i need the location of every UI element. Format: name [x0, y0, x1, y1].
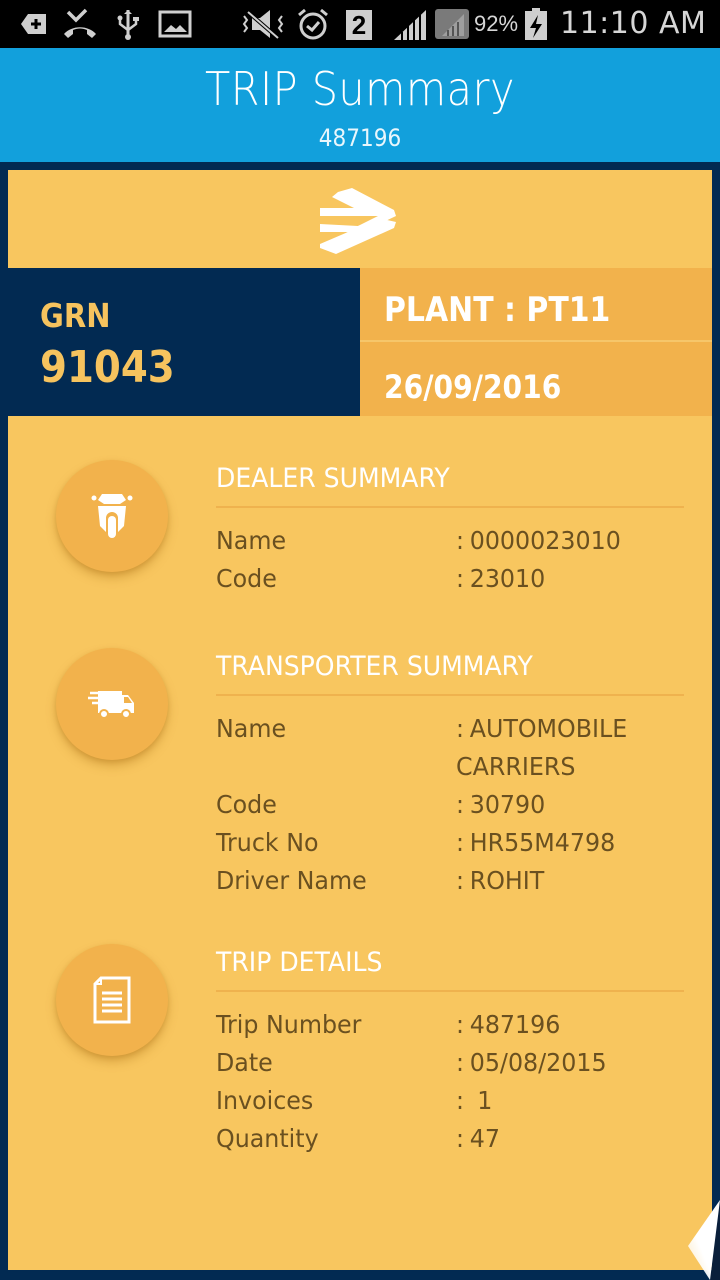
page-curl-button[interactable] — [640, 1190, 720, 1280]
missed-call-icon — [62, 8, 98, 40]
section-title: DEALER SUMMARY — [216, 463, 450, 494]
row-value: : 1 — [456, 1086, 493, 1115]
clock: 11:10 AM — [560, 6, 707, 41]
row-value: :23010 — [456, 564, 546, 593]
row-value: :05/08/2015 — [456, 1048, 607, 1077]
grn-label: GRN — [40, 296, 111, 335]
date-panel: 26/09/2016 — [360, 342, 712, 416]
row-label: Code — [216, 564, 277, 593]
logo-bar — [8, 170, 712, 268]
battery-charging-icon — [524, 8, 548, 40]
row-label: Name — [216, 714, 287, 743]
brand-logo-icon — [320, 188, 396, 254]
plant-code: PLANT : PT11 — [384, 290, 611, 330]
detail-row: Quantity :47 — [216, 1120, 684, 1158]
document-icon — [56, 944, 168, 1056]
alarm-icon — [296, 8, 330, 40]
row-label: Date — [216, 1048, 273, 1077]
row-label: Name — [216, 526, 287, 555]
battery-percent: 92% — [474, 11, 519, 36]
detail-row: Date :05/08/2015 — [216, 1044, 684, 1082]
add-notification-icon — [20, 8, 48, 40]
detail-row: Driver Name : ROHIT — [216, 862, 684, 900]
scooter-icon — [56, 460, 168, 572]
detail-row: Invoices : 1 — [216, 1082, 684, 1120]
row-value: :47 — [456, 1124, 500, 1153]
detail-row: Name :0000023010 — [216, 522, 684, 560]
row-label: Driver Name — [216, 866, 367, 895]
grn-panel: GRN 91043 — [8, 268, 360, 416]
row-label: Invoices — [216, 1086, 314, 1115]
trip-details-section: TRIP DETAILS Trip Number :487196 Date :05/… — [216, 946, 684, 1158]
row-value: : ROHIT — [456, 866, 545, 895]
row-value: : AUTOMOBILE CARRIERS — [456, 714, 628, 781]
usb-icon — [116, 8, 140, 40]
detail-row: Truck No : HR55M4798 — [216, 824, 684, 862]
row-label: Truck No — [216, 828, 319, 857]
section-title: TRIP DETAILS — [216, 947, 383, 978]
grn-date: 26/09/2016 — [384, 368, 562, 406]
mute-icon — [240, 8, 288, 40]
dealer-summary-section: DEALER SUMMARY Name :0000023010 Code :2301… — [216, 462, 684, 598]
divider — [216, 990, 684, 992]
gallery-icon — [158, 8, 192, 40]
grn-value: 91043 — [40, 342, 175, 393]
row-value: :0000023010 — [456, 526, 621, 555]
row-label: Code — [216, 790, 277, 819]
signal-icon — [392, 8, 428, 40]
trip-summary-card: GRN 91043 PLANT : PT11 26/09/2016 DEALER… — [8, 170, 712, 1270]
trip-number-subtitle: 487196 — [318, 124, 402, 152]
detail-row: Name : AUTOMOBILE CARRIERS — [216, 710, 684, 786]
row-value: :30790 — [456, 790, 546, 819]
detail-row: Code :23010 — [216, 560, 684, 598]
signal-secondary-icon — [434, 8, 470, 40]
detail-row: Code :30790 — [216, 786, 684, 824]
page-title: TRIP Summary — [205, 62, 515, 116]
divider — [216, 694, 684, 696]
app-bar: TRIP Summary 487196 — [0, 48, 720, 162]
row-value: :487196 — [456, 1010, 561, 1039]
detail-row: Trip Number :487196 — [216, 1006, 684, 1044]
status-bar: 2 92% 11:10 AM — [0, 0, 720, 48]
sim-2-badge: 2 — [346, 10, 372, 40]
row-value: : HR55M4798 — [456, 828, 616, 857]
transporter-summary-section: TRANSPORTER SUMMARY Name : AUTOMOBILE CARR… — [216, 650, 684, 900]
divider — [216, 506, 684, 508]
section-title: TRANSPORTER SUMMARY — [216, 651, 533, 682]
plant-panel: PLANT : PT11 — [360, 268, 712, 342]
row-label: Quantity — [216, 1124, 319, 1153]
delivery-truck-icon — [56, 648, 168, 760]
row-label: Trip Number — [216, 1010, 362, 1039]
